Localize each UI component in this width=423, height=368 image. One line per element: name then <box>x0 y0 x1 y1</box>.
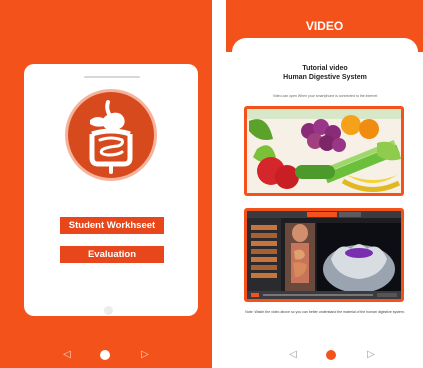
card-indicator-dot <box>104 306 113 315</box>
video-player-1[interactable] <box>244 106 404 196</box>
video-content-panel: Tutorial video Human Digestive System Vi… <box>232 38 418 368</box>
recent-apps-nav-icon[interactable]: ▷ <box>364 346 378 364</box>
back-nav-icon[interactable]: ◁ <box>60 346 74 364</box>
evaluation-button[interactable]: Evaluation <box>60 246 164 263</box>
android-nav-bar-right: ◁ ▷ <box>226 346 423 364</box>
digestive-system-icon <box>68 92 154 178</box>
home-nav-button[interactable] <box>322 346 340 364</box>
watch-note: Note: Watch the video above so you can b… <box>245 310 405 314</box>
tooth-digestive-animation-thumbnail <box>247 211 401 299</box>
recent-apps-nav-icon[interactable]: ▷ <box>138 346 152 364</box>
home-nav-button[interactable] <box>96 346 114 364</box>
fruits-vegetables-thumbnail <box>247 109 401 193</box>
home-dot-icon <box>326 350 336 360</box>
video-screen: VIDEO Tutorial video Human Digestive Sys… <box>226 0 423 368</box>
internet-note: Video can open When your smartphone is c… <box>272 94 378 98</box>
home-screen: Student Workhseet Evaluation ◁ ▷ <box>0 0 212 368</box>
tutorial-title: Tutorial video <box>302 65 348 72</box>
home-dot-icon <box>100 350 110 360</box>
video-player-2[interactable] <box>244 208 404 302</box>
home-card: Student Workhseet Evaluation <box>24 64 198 316</box>
tutorial-subtitle: Human Digestive System <box>283 74 367 81</box>
card-handle <box>84 76 140 78</box>
back-nav-icon[interactable]: ◁ <box>286 346 300 364</box>
android-nav-bar: ◁ ▷ <box>0 346 212 364</box>
student-worksheet-button[interactable]: Student Workhseet <box>60 217 164 234</box>
video-header-title: VIDEO <box>305 19 344 33</box>
